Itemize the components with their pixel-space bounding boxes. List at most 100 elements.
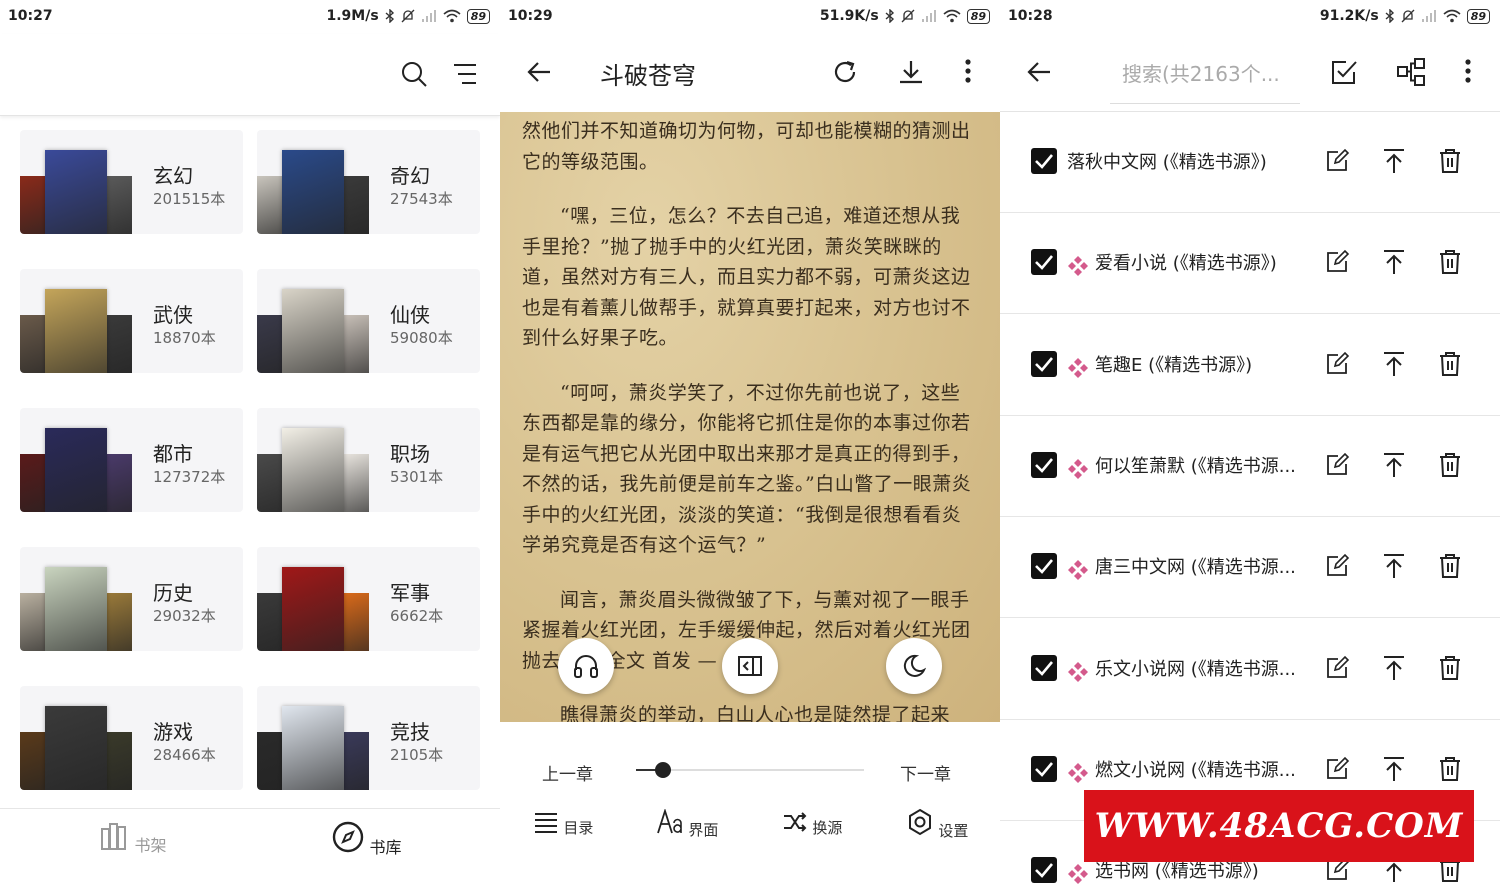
category-card[interactable]: 武侠 18870本 <box>20 269 243 373</box>
edit-icon[interactable] <box>1326 553 1350 577</box>
nav-shelf[interactable]: 书架 <box>88 821 178 856</box>
toc-button[interactable]: 目录 <box>528 808 598 844</box>
source-label: 爱看小说 (《精选书源》) <box>1095 253 1277 275</box>
source-row[interactable]: 何以笙萧默 (《精选书源... <box>1000 416 1500 517</box>
top-bar <box>0 34 500 116</box>
book-cover <box>343 454 369 512</box>
delete-icon[interactable] <box>1439 655 1461 681</box>
nav-library[interactable]: 书库 <box>322 821 412 858</box>
edit-icon[interactable] <box>1326 148 1350 172</box>
category-card[interactable]: 职场 5301本 <box>257 408 480 512</box>
source-checkbox[interactable] <box>1031 451 1057 478</box>
source-row[interactable]: 笔趣E (《精选书源》) <box>1000 315 1500 416</box>
source-checkbox[interactable] <box>1031 148 1057 174</box>
book-covers <box>20 428 132 512</box>
delete-icon[interactable] <box>1439 452 1461 478</box>
move-top-icon[interactable] <box>1382 452 1406 478</box>
reader-content[interactable]: 然他们并不知道确切为何物，可却也能模糊的猜测出它的等级范围。 “嘿，三位，怎么？… <box>500 112 1000 722</box>
page-turn-icon <box>737 654 763 678</box>
chapter-progress-slider[interactable] <box>636 762 864 778</box>
move-top-icon[interactable] <box>1382 756 1406 782</box>
edit-icon[interactable] <box>1326 756 1350 780</box>
delete-icon[interactable] <box>1439 148 1461 174</box>
book-cover <box>106 176 132 234</box>
category-card[interactable]: 奇幻 27543本 <box>257 130 480 234</box>
move-top-icon[interactable] <box>1382 148 1406 174</box>
category-card[interactable]: 都市 127372本 <box>20 408 243 512</box>
category-card[interactable]: 军事 6662本 <box>257 547 480 651</box>
category-card[interactable]: 玄幻 201515本 <box>20 130 243 234</box>
bluetooth-icon <box>1385 9 1395 23</box>
source-row[interactable]: 爱看小说 (《精选书源》) <box>1000 213 1500 315</box>
bluetooth-icon <box>385 9 395 23</box>
compass-icon <box>332 821 364 853</box>
move-top-icon[interactable] <box>1382 351 1406 377</box>
auto-page-button[interactable] <box>722 638 778 694</box>
book-cover <box>257 176 283 234</box>
delete-icon[interactable] <box>1439 756 1461 782</box>
prev-chapter-button[interactable]: 上一章 <box>542 760 593 785</box>
source-checkbox[interactable] <box>1031 249 1057 276</box>
battery-level: 89 <box>466 8 490 24</box>
toc-label: 目录 <box>563 819 594 837</box>
book-cover <box>282 150 344 234</box>
change-source-button[interactable]: 换源 <box>777 808 847 844</box>
edit-icon[interactable] <box>1326 452 1350 476</box>
tts-button[interactable] <box>558 638 614 694</box>
more-vert-icon[interactable] <box>964 58 972 84</box>
search-icon[interactable] <box>400 60 428 88</box>
category-count: 5301本 <box>390 468 444 486</box>
category-card[interactable]: 历史 29032本 <box>20 547 243 651</box>
back-arrow-icon[interactable] <box>1026 60 1052 84</box>
category-count: 29032本 <box>153 607 216 625</box>
edit-icon[interactable] <box>1326 351 1350 375</box>
source-search-input[interactable]: 搜索(共2163个... <box>1110 54 1300 104</box>
book-cover <box>45 706 107 790</box>
edit-icon[interactable] <box>1326 655 1350 679</box>
source-group-icon <box>1067 458 1089 480</box>
refresh-icon[interactable] <box>832 59 858 85</box>
filter-menu-icon[interactable] <box>452 62 478 86</box>
category-count: 18870本 <box>153 329 216 347</box>
group-tree-icon[interactable] <box>1396 57 1426 87</box>
source-group-icon <box>1067 255 1089 277</box>
category-card[interactable]: 游戏 28466本 <box>20 686 243 790</box>
more-vert-icon[interactable] <box>1464 58 1472 84</box>
move-top-icon[interactable] <box>1382 553 1406 579</box>
settings-button[interactable]: 设置 <box>902 808 972 844</box>
book-source-screen: 10:28 91.2K/s 89 搜索(共2163个... 落秋中文网 (《精选… <box>1000 0 1500 888</box>
source-checkbox[interactable] <box>1031 857 1057 884</box>
source-checkbox[interactable] <box>1031 654 1057 681</box>
book-covers <box>20 706 132 790</box>
back-arrow-icon[interactable] <box>526 60 552 84</box>
delete-icon[interactable] <box>1439 351 1461 377</box>
delete-icon[interactable] <box>1439 249 1461 275</box>
delete-icon[interactable] <box>1439 553 1461 579</box>
category-card[interactable]: 竞技 2105本 <box>257 686 480 790</box>
source-checkbox[interactable] <box>1031 350 1057 377</box>
book-cover <box>20 315 46 373</box>
category-count: 59080本 <box>390 329 453 347</box>
book-cover <box>257 732 283 790</box>
source-checkbox[interactable] <box>1031 553 1057 580</box>
ui-settings-button[interactable]: 界面 <box>652 808 722 844</box>
book-cover <box>282 428 344 512</box>
select-all-icon[interactable] <box>1330 58 1358 86</box>
source-checkbox[interactable] <box>1031 755 1057 782</box>
category-card[interactable]: 仙侠 59080本 <box>257 269 480 373</box>
slider-knob[interactable] <box>655 762 672 778</box>
book-covers <box>20 289 132 373</box>
next-chapter-button[interactable]: 下一章 <box>900 760 951 785</box>
source-label: 何以笙萧默 (《精选书源... <box>1095 455 1296 477</box>
font-icon <box>656 808 684 836</box>
move-top-icon[interactable] <box>1382 249 1406 275</box>
download-icon[interactable] <box>898 59 924 85</box>
move-top-icon[interactable] <box>1382 655 1406 681</box>
night-mode-button[interactable] <box>886 638 942 694</box>
source-row[interactable]: 落秋中文网 (《精选书源》) <box>1000 112 1500 213</box>
edit-icon[interactable] <box>1326 249 1350 273</box>
source-row[interactable]: 乐文小说网 (《精选书源... <box>1000 619 1500 720</box>
source-row[interactable]: 唐三中文网 (《精选书源... <box>1000 517 1500 619</box>
nav-library-label: 书库 <box>369 838 402 857</box>
book-cover <box>343 315 369 373</box>
